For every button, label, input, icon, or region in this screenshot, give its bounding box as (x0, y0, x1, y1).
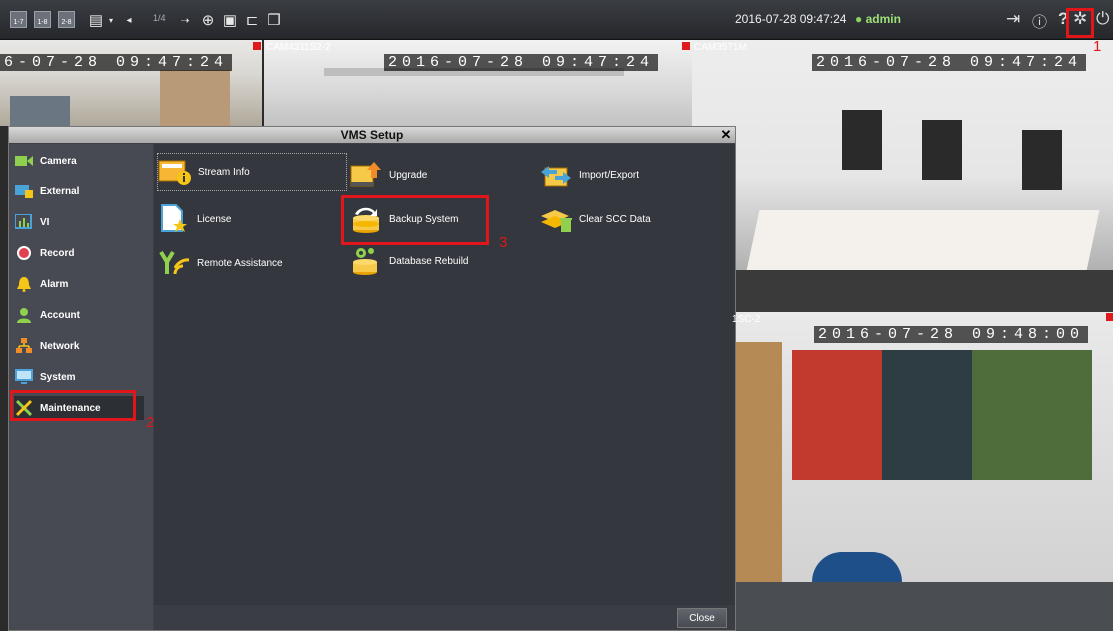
layout-2-8-button[interactable]: 2-8 (58, 11, 75, 28)
database-rebuild-label: Database Rebuild (389, 255, 469, 267)
vms-client: 6-07-28 09:47:24 CAM4311S2-2 2016-07-28 … (0, 0, 1113, 631)
recording-indicator (1106, 313, 1113, 321)
dropdown-icon[interactable]: ▾ (106, 11, 116, 29)
monitor-icon (14, 369, 34, 385)
license-icon (157, 204, 191, 234)
camera-tile-2[interactable]: CAM4311S2-2 2016-07-28 09:47:24 (264, 40, 692, 126)
info-icon[interactable]: ⓘ (1032, 11, 1047, 32)
camera-tile-4[interactable]: 1SC-2 2016-07-28 09:48:00 (692, 312, 1113, 582)
user-icon: ● (855, 12, 863, 26)
layout-1-8-button[interactable]: 1-8 (34, 11, 51, 28)
vi-icon (14, 214, 34, 230)
next-page-icon[interactable]: ➝ (176, 11, 194, 29)
logout-icon[interactable]: ⇥ (1006, 9, 1020, 29)
highlight-settings (1066, 8, 1094, 38)
stream-info-icon (158, 157, 192, 187)
highlight-maintenance (10, 390, 136, 421)
empty-tile (692, 582, 1113, 631)
sidebar-item-external[interactable]: External (14, 179, 144, 203)
top-toolbar: 1-7 1-8 2-8 ▤ ▾ ◂ 1/4 ➝ ⊕ ▣ ⊏ ❒ 2016-07-… (0, 0, 1113, 40)
database-rebuild-icon (349, 246, 383, 276)
import-export-icon (539, 160, 573, 190)
layout-more-icon[interactable]: ▤ (86, 11, 106, 29)
remote-assistance-label: Remote Assistance (197, 257, 283, 269)
power-icon[interactable]: ⏻ (1096, 9, 1109, 29)
step-marker-1: 1 (1093, 38, 1102, 55)
sidebar-item-label: External (40, 185, 80, 197)
sidebar-item-label: Network (40, 340, 80, 352)
sidebar-item-camera[interactable]: Camera (14, 149, 144, 173)
dialog-footer: Close (154, 605, 735, 630)
camera-label: CAM3571M (694, 42, 747, 53)
camera-timestamp: 2016-07-28 09:47:24 (812, 54, 1087, 71)
sidebar-item-label: Record (40, 247, 75, 259)
database-rebuild-item[interactable]: Database Rebuild (349, 244, 519, 278)
sidebar-item-alarm[interactable]: Alarm (14, 272, 144, 296)
external-icon (14, 183, 34, 199)
step-marker-3: 3 (499, 234, 508, 251)
camera-timestamp: 2016-07-28 09:48:00 (814, 326, 1089, 343)
upgrade-label: Upgrade (389, 169, 428, 181)
camera-timestamp: 2016-07-28 09:47:24 (384, 54, 659, 71)
sidebar-item-system[interactable]: System (14, 365, 144, 389)
license-item[interactable]: License (157, 200, 307, 238)
camera-label: 1SC-2 (732, 314, 761, 325)
ptz-icon[interactable]: ⊕ (198, 11, 218, 29)
stream-info-item[interactable]: Stream Info (157, 153, 347, 191)
step-marker-2: 2 (146, 414, 155, 431)
sidebar-item-label: Camera (40, 155, 77, 167)
map-icon[interactable]: ▣ (220, 11, 240, 29)
clear-scc-data-label: Clear SCC Data (579, 213, 651, 225)
highlight-backup-system (341, 195, 489, 245)
clear-scc-data-item[interactable]: Clear SCC Data (539, 202, 709, 236)
dialog-title: VMS Setup (9, 127, 735, 143)
stream-info-label: Stream Info (198, 166, 250, 178)
sidebar-item-label: Account (40, 309, 80, 321)
sidebar-item-label: Alarm (40, 278, 69, 290)
camera-tile-1[interactable]: 6-07-28 09:47:24 (0, 40, 262, 126)
tab-view-icon[interactable]: ⊏ (242, 11, 262, 29)
window-icon[interactable]: ❒ (264, 11, 284, 29)
layout-1-7-button[interactable]: 1-7 (10, 11, 27, 28)
setup-sidebar: Camera External VI Record Alarm Account (9, 144, 153, 630)
user-icon (14, 307, 34, 323)
camera-tile-3[interactable]: CAM3571M 2016-07-28 09:47:24 (692, 40, 1113, 312)
import-export-label: Import/Export (579, 169, 640, 181)
prev-page-icon[interactable]: ◂ (120, 11, 138, 29)
current-user: ● admin (855, 12, 901, 26)
remote-assistance-icon (157, 248, 191, 278)
page-indicator: 1/4 (153, 13, 166, 23)
network-icon (14, 338, 34, 354)
record-icon (14, 245, 34, 261)
bell-icon (14, 276, 34, 292)
system-datetime: 2016-07-28 09:47:24 (735, 12, 847, 26)
sidebar-item-label: System (40, 371, 76, 383)
upgrade-icon (349, 160, 383, 190)
clear-scc-data-icon (539, 204, 573, 234)
sidebar-item-label: VI (40, 216, 50, 228)
camera-icon (14, 153, 34, 169)
camera-label: CAM4311S2-2 (266, 42, 331, 53)
recording-indicator (682, 42, 690, 50)
sidebar-item-account[interactable]: Account (14, 303, 144, 327)
username: admin (865, 12, 901, 26)
close-icon[interactable]: ✕ (719, 128, 733, 142)
camera-timestamp: 6-07-28 09:47:24 (0, 54, 233, 71)
sidebar-item-network[interactable]: Network (14, 334, 144, 358)
sidebar-item-record[interactable]: Record (14, 241, 144, 265)
recording-indicator (253, 42, 261, 50)
upgrade-item[interactable]: Upgrade (349, 158, 499, 192)
license-label: License (197, 213, 232, 225)
sidebar-item-vi[interactable]: VI (14, 210, 144, 234)
remote-assistance-item[interactable]: Remote Assistance (157, 244, 327, 282)
import-export-item[interactable]: Import/Export (539, 158, 709, 192)
close-button[interactable]: Close (677, 608, 727, 628)
